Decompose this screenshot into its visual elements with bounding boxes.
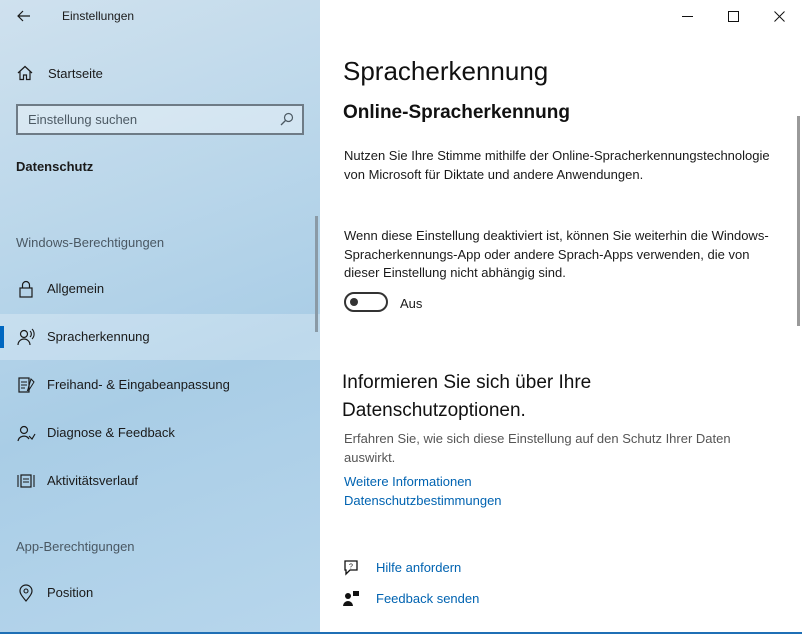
sidebar-item-freihand[interactable]: Freihand- & Eingabeanpassung xyxy=(0,362,320,408)
window-controls xyxy=(664,0,802,32)
send-feedback-row[interactable]: Feedback senden xyxy=(342,588,642,610)
get-help-link[interactable]: Hilfe anfordern xyxy=(376,560,461,575)
toggle-state-label: Aus xyxy=(400,296,423,311)
sidebar-item-allgemein[interactable]: Allgemein xyxy=(0,266,320,312)
search-input[interactable] xyxy=(18,106,276,133)
section-title: Online-Spracherkennung xyxy=(343,102,570,123)
online-speech-toggle[interactable] xyxy=(344,292,388,312)
maximize-button[interactable] xyxy=(710,0,756,32)
get-help-row[interactable]: ? Hilfe anfordern xyxy=(342,557,642,579)
app-title: Einstellungen xyxy=(62,9,135,23)
sidebar-item-label: Position xyxy=(47,585,94,600)
diagnostics-person-icon xyxy=(17,425,36,442)
info-text: Wenn diese Einstellung deaktiviert ist, … xyxy=(344,228,769,280)
minimize-icon xyxy=(681,15,693,17)
sidebar-item-label: Startseite xyxy=(48,66,103,81)
toggle-knob xyxy=(350,298,358,306)
activity-history-icon xyxy=(17,474,35,488)
sidebar-item-aktivitaetsverlauf[interactable]: Aktivitätsverlauf xyxy=(0,458,320,504)
search-icon[interactable] xyxy=(280,112,294,126)
sidebar-item-label: Allgemein xyxy=(47,281,105,296)
location-pin-icon xyxy=(19,584,33,602)
sidebar-item-spracherkennung[interactable]: Spracherkennung xyxy=(0,314,320,360)
home-icon xyxy=(17,65,33,81)
close-button[interactable] xyxy=(756,0,802,32)
privacy-statement-link[interactable]: Datenschutzbestimmungen xyxy=(344,493,502,508)
lock-icon xyxy=(19,280,33,298)
content-pane: Spracherkennung Online-Spracherkennung N… xyxy=(320,0,802,634)
section-header-windows: Windows-Berechtigungen xyxy=(16,235,165,250)
section-header-apps: App-Berechtigungen xyxy=(16,539,135,554)
back-arrow-icon xyxy=(17,10,30,22)
privacy-heading: Informieren Sie sich über Ihre Datenschu… xyxy=(342,372,592,421)
sidebar-item-position[interactable]: Position xyxy=(0,570,320,616)
title-bar: Einstellungen xyxy=(0,0,320,32)
sidebar-item-home[interactable]: Startseite xyxy=(0,56,320,90)
feedback-person-icon xyxy=(343,591,359,606)
minimize-button[interactable] xyxy=(664,0,710,32)
inking-typing-icon xyxy=(18,377,35,393)
svg-text:?: ? xyxy=(349,564,353,571)
privacy-description: Erfahren Sie, wie sich diese Einstellung… xyxy=(344,431,731,465)
sidebar-item-label: Aktivitätsverlauf xyxy=(47,473,139,488)
sidebar-scrollbar[interactable] xyxy=(315,216,318,332)
sidebar: Einstellungen Startseite Datenschutz Win… xyxy=(0,0,320,634)
description-text: Nutzen Sie Ihre Stimme mithilfe der Onli… xyxy=(344,148,770,182)
sidebar-item-label: Spracherkennung xyxy=(47,329,150,344)
back-button[interactable] xyxy=(10,4,38,28)
speech-person-icon xyxy=(17,328,35,346)
content-scrollbar[interactable] xyxy=(797,116,800,326)
help-chat-icon: ? xyxy=(344,560,358,576)
sidebar-item-diagnose[interactable]: Diagnose & Feedback xyxy=(0,410,320,456)
send-feedback-link[interactable]: Feedback senden xyxy=(376,591,479,606)
page-title: Spracherkennung xyxy=(343,56,549,86)
search-box[interactable] xyxy=(16,104,304,135)
maximize-icon xyxy=(727,10,739,22)
more-info-link[interactable]: Weitere Informationen xyxy=(344,474,472,489)
sidebar-item-label: Freihand- & Eingabeanpassung xyxy=(47,377,230,392)
close-icon xyxy=(773,10,785,22)
category-title: Datenschutz xyxy=(16,159,94,174)
sidebar-item-label: Diagnose & Feedback xyxy=(47,425,175,440)
